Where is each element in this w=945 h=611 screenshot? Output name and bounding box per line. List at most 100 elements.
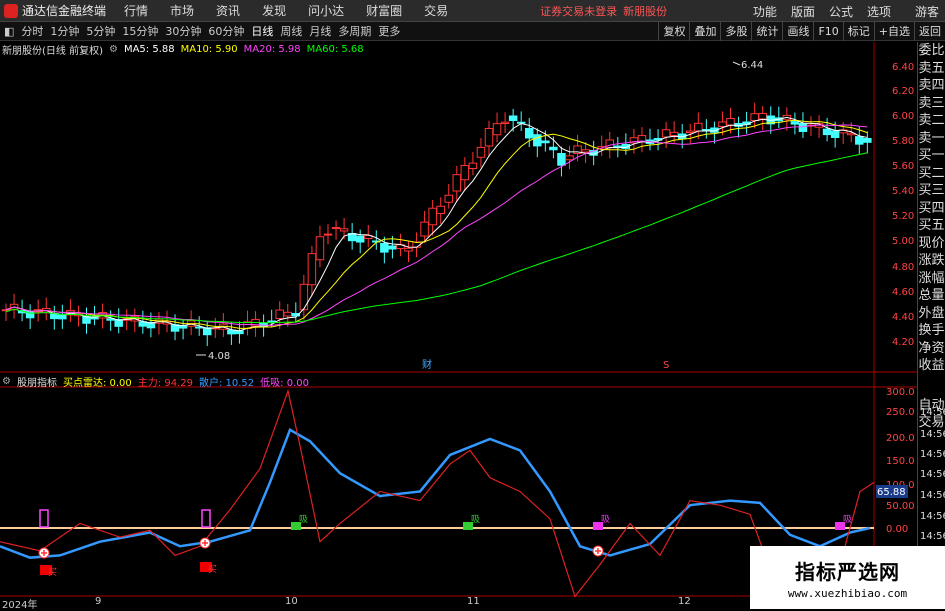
main-force-label: 主力: 94.29 <box>137 377 193 389</box>
side-panel-item[interactable]: 涨跌 <box>918 252 945 270</box>
price-tick-label: 5.00 <box>892 236 914 247</box>
buy-signal-label: 买 <box>208 564 217 575</box>
ma5-label: MA5: 5.88 <box>123 43 175 55</box>
candle-body <box>565 155 574 161</box>
ma60-line <box>5 152 868 324</box>
buy-signal-label: 买 <box>48 567 57 578</box>
low-buy-label: 吸 <box>601 514 610 525</box>
high-pointer <box>732 61 741 66</box>
side-panel-item[interactable]: 收益 <box>918 357 945 375</box>
candle-body <box>500 121 510 125</box>
side-panel-item[interactable]: 换手 <box>918 322 945 340</box>
low-buy-label: 低吸: 0.00 <box>260 377 309 389</box>
side-panel-item[interactable]: 涨幅 <box>918 270 945 288</box>
date-label: 10 <box>285 596 298 607</box>
candle-body <box>533 134 542 147</box>
indicator-tick-label: 150.0 <box>886 456 915 467</box>
low-price-label: 4.08 <box>208 351 230 362</box>
side-panel-item[interactable]: 外盘 <box>918 305 945 323</box>
side-panel-item[interactable]: 交易 <box>918 414 945 432</box>
event-marker-cai: 财 <box>422 358 432 371</box>
price-tick-label: 4.80 <box>892 262 914 273</box>
side-panel-item[interactable]: 卖三 <box>918 95 945 113</box>
ma10-label: MA10: 5.90 <box>180 43 238 55</box>
ma60-label: MA60: 5.68 <box>306 43 364 55</box>
candle-body <box>283 311 292 317</box>
candle-body <box>855 136 864 145</box>
high-price-label: 6.44 <box>741 60 763 71</box>
candle-body <box>686 130 695 134</box>
candle-body <box>790 121 800 125</box>
gear-icon[interactable]: ⚙ <box>2 376 11 387</box>
price-tick-label: 4.60 <box>892 287 914 298</box>
settings-icon[interactable]: ⚙ <box>109 44 118 55</box>
candle-body <box>549 146 558 151</box>
watermark: 指标严选网 www.xuezhibiao.com <box>750 546 945 609</box>
signal-box <box>201 509 211 528</box>
candle-body <box>830 130 840 138</box>
candle-body <box>726 117 735 126</box>
candle-body <box>388 245 397 250</box>
quote-side-panel: 委比 卖五 卖四 卖三 卖二 卖一 买一 买二 买三 买四 买五 现价 涨跌 涨幅 总量 外盘 换手 净资 收益自动… <box>917 42 945 602</box>
side-panel-item[interactable]: 买二 <box>918 165 945 183</box>
ma20-label: MA20: 5.98 <box>243 43 301 55</box>
main-force-line <box>0 388 875 598</box>
indicator-name[interactable]: 股朋指标 <box>17 374 57 389</box>
signal-box <box>39 509 49 528</box>
candle-body <box>492 123 502 136</box>
side-panel-item[interactable]: 卖二 <box>918 112 945 130</box>
side-panel-item[interactable]: 卖五 <box>918 60 945 78</box>
side-panel-item[interactable]: 买四 <box>918 200 945 218</box>
price-tick-label: 6.40 <box>892 62 914 73</box>
candle-body <box>452 174 462 192</box>
side-panel-item[interactable]: 委比 <box>918 42 945 60</box>
side-panel-item[interactable]: 自动 <box>918 397 945 415</box>
candle-body <box>460 165 470 181</box>
side-panel-item[interactable]: 净资 <box>918 340 945 358</box>
side-panel-item[interactable]: 买三 <box>918 182 945 200</box>
candle-body <box>444 194 453 203</box>
side-panel-item[interactable]: 总量 <box>918 287 945 305</box>
candle-body <box>661 129 671 138</box>
candle-body <box>315 236 325 261</box>
buy-radar-label: 买点雷达: 0.00 <box>62 377 132 389</box>
price-legend: 新朋股份(日线 前复权) ⚙ MA5: 5.88 MA10: 5.90 MA20… <box>2 42 370 57</box>
price-tick-label: 5.40 <box>892 186 914 197</box>
candle-body <box>718 121 727 127</box>
candle-body <box>339 228 349 232</box>
side-panel-item[interactable]: 买五 <box>918 217 945 235</box>
side-panel-item[interactable]: 卖四 <box>918 77 945 95</box>
current-value-label: 65.88 <box>877 487 906 498</box>
candle-body <box>525 128 534 139</box>
price-tick-label: 5.60 <box>892 161 914 172</box>
candle-body <box>428 207 437 226</box>
side-panel-item[interactable]: 卖一 <box>918 130 945 148</box>
candle-body <box>541 140 550 144</box>
candle-body <box>275 309 284 319</box>
candle-body <box>331 227 341 230</box>
price-tick-label: 6.20 <box>892 86 914 97</box>
candle-body <box>267 320 276 323</box>
candle-body <box>581 149 590 153</box>
candle-body <box>323 233 333 236</box>
side-panel-item[interactable]: 现价 <box>918 235 945 253</box>
watermark-url: www.xuezhibiao.com <box>787 586 908 600</box>
side-panel-item[interactable]: 买一 <box>918 147 945 165</box>
date-label: 12 <box>678 596 691 607</box>
candle-body <box>420 221 429 237</box>
retail-line <box>0 428 871 559</box>
candle-body <box>863 138 872 143</box>
candle-body <box>822 128 832 136</box>
low-buy-label: 吸 <box>471 514 480 525</box>
price-tick-label: 4.20 <box>892 337 914 348</box>
candle-body <box>798 123 808 132</box>
price-tick-label: 4.40 <box>892 312 914 323</box>
candle-body <box>694 122 703 132</box>
kline-chart[interactable]: 6.40 6.20 6.00 5.80 5.60 5.40 5.20 5.00 4.80 4.60… <box>0 0 945 609</box>
date-label: 11 <box>467 596 480 607</box>
candle-body <box>484 128 494 147</box>
candle-body <box>235 330 244 335</box>
low-buy-label: 吸 <box>843 514 852 525</box>
indicator-tick-label: 200.0 <box>886 433 915 444</box>
candle-body <box>669 131 679 137</box>
